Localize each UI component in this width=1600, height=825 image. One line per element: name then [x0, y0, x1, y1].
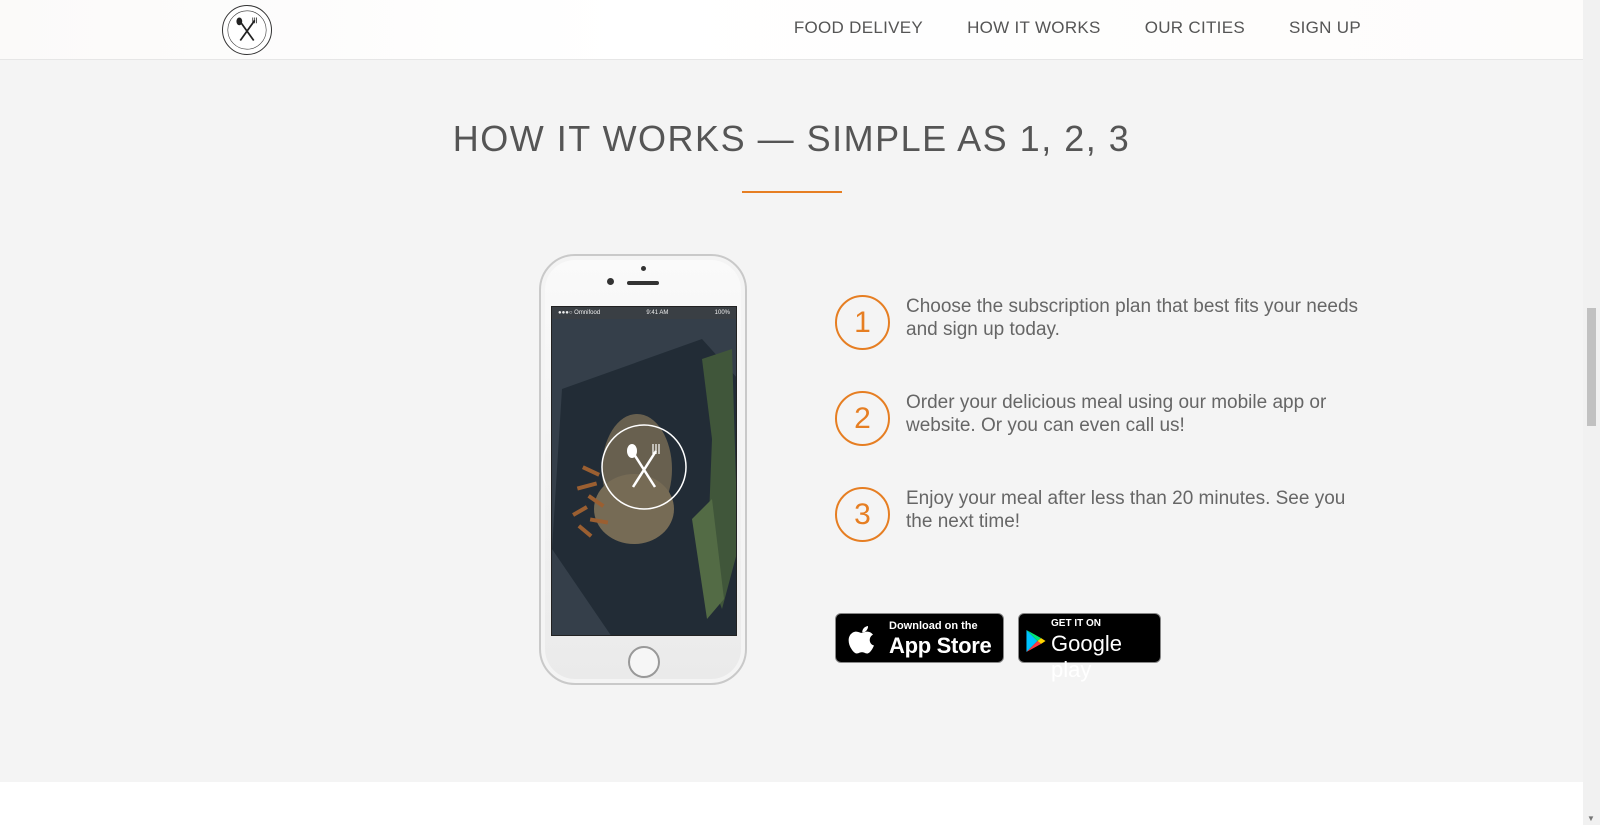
phone-status-bar: ●●●○ Omnifood 9:41 AM 100% — [552, 307, 736, 319]
apple-icon — [848, 626, 874, 654]
status-carrier: ●●●○ Omnifood — [558, 310, 601, 316]
google-play-big-text: Google play — [1051, 631, 1122, 682]
phone-sensor — [641, 266, 646, 271]
nav-link-how-it-works[interactable]: HOW IT WORKS — [967, 18, 1101, 38]
phone-camera — [607, 278, 614, 285]
phone-home-button — [628, 646, 660, 678]
top-navigation: FOOD DELIVEY HOW IT WORKS OUR CITIES SIG… — [0, 0, 1583, 60]
title-underline — [742, 191, 842, 193]
app-store-big-text: App Store — [889, 633, 992, 658]
phone-speaker — [627, 281, 659, 285]
step-number: 3 — [835, 487, 890, 542]
step-2: 2 Order your delicious meal using our mo… — [835, 391, 1375, 451]
status-battery: 100% — [714, 310, 730, 316]
scrollbar-thumb[interactable] — [1587, 308, 1596, 426]
next-section — [0, 782, 1583, 825]
google-play-badge[interactable]: GET IT ON Google play — [1018, 613, 1161, 682]
google-play-icon — [1026, 630, 1046, 652]
status-time: 9:41 AM — [646, 310, 669, 316]
app-store-badge[interactable]: Download on the App Store — [835, 613, 1004, 663]
phone-screen: ●●●○ Omnifood 9:41 AM 100% — [551, 306, 737, 636]
nav-link-sign-up[interactable]: SIGN UP — [1289, 18, 1361, 38]
section-title: HOW IT WORKS — SIMPLE AS 1, 2, 3 — [452, 118, 1131, 159]
nav-links: FOOD DELIVEY HOW IT WORKS OUR CITIES SIG… — [794, 18, 1361, 38]
nav-link-food-delivery[interactable]: FOOD DELIVEY — [794, 18, 923, 38]
vertical-scrollbar[interactable]: ▼ — [1583, 0, 1600, 825]
phone-mockup: ●●●○ Omnifood 9:41 AM 100% — [539, 254, 747, 685]
step-text: Enjoy your meal after less than 20 minut… — [906, 488, 1346, 532]
step-text: Choose the subscription plan that best f… — [906, 296, 1359, 340]
app-store-small-text: Download on the — [889, 620, 978, 632]
food-plate-image — [552, 319, 736, 635]
fork-knife-icon — [227, 10, 267, 50]
google-play-small-text: GET IT ON — [1051, 618, 1101, 629]
omnifood-logo[interactable] — [222, 5, 272, 55]
step-number: 2 — [835, 391, 890, 446]
step-text: Order your delicious meal using our mobi… — [906, 392, 1327, 436]
step-3: 3 Enjoy your meal after less than 20 min… — [835, 487, 1375, 547]
step-number: 1 — [835, 295, 890, 350]
nav-link-our-cities[interactable]: OUR CITIES — [1145, 18, 1245, 38]
step-1: 1 Choose the subscription plan that best… — [835, 295, 1375, 355]
page: FOOD DELIVEY HOW IT WORKS OUR CITIES SIG… — [0, 0, 1583, 825]
scroll-down-arrow-icon[interactable]: ▼ — [1587, 814, 1595, 823]
